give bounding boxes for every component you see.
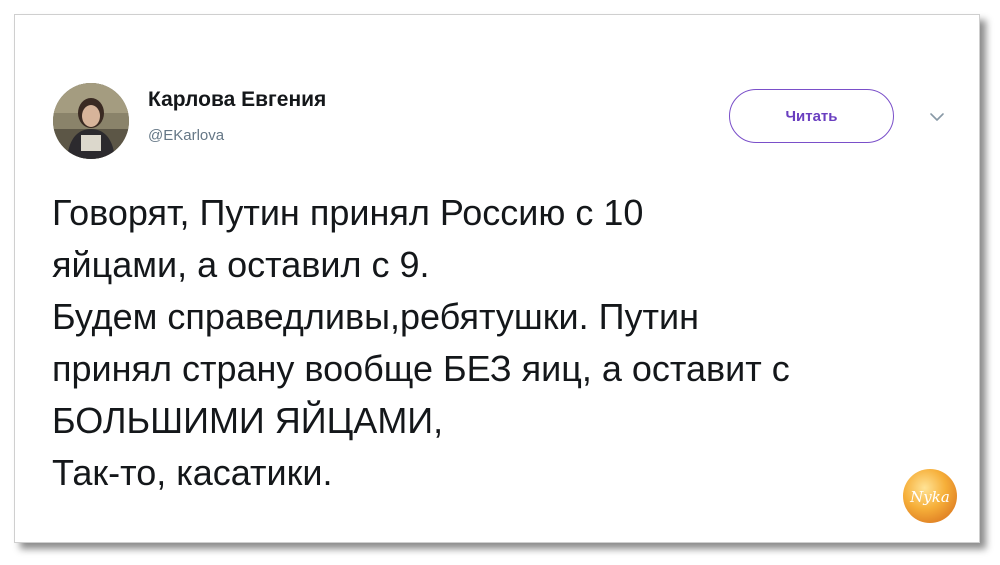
- logo-watermark: Nyka: [901, 467, 959, 525]
- tweet-line: Говорят, Путин принял Россию с 10: [52, 192, 644, 233]
- tweet-line: принял страну вообще БЕЗ яиц, а оставит …: [52, 348, 790, 389]
- tweet-line: яйцами, а оставил с 9.: [52, 244, 430, 285]
- follow-button[interactable]: Читать: [729, 89, 894, 143]
- tweet-line: Будем справедливы,ребятушки. Путин: [52, 296, 699, 337]
- tweet-text: Говорят, Путин принял Россию с 10 яйцами…: [52, 187, 952, 499]
- screenshot-stage: Карлова Евгения @EKarlova Читать Говорят…: [0, 0, 1000, 565]
- tweet-line: БОЛЬШИМИ ЯЙЦАМИ,: [52, 400, 444, 441]
- tweet-card: Карлова Евгения @EKarlova Читать Говорят…: [14, 14, 980, 543]
- avatar-photo: [53, 83, 129, 159]
- watermark-text: Nyka: [909, 488, 950, 506]
- author-name[interactable]: Карлова Евгения: [148, 88, 326, 112]
- chevron-down-icon[interactable]: [928, 111, 946, 125]
- tweet-line: Так-то, касатики.: [52, 452, 333, 493]
- avatar[interactable]: [53, 83, 129, 159]
- author-handle[interactable]: @EKarlova: [148, 127, 224, 144]
